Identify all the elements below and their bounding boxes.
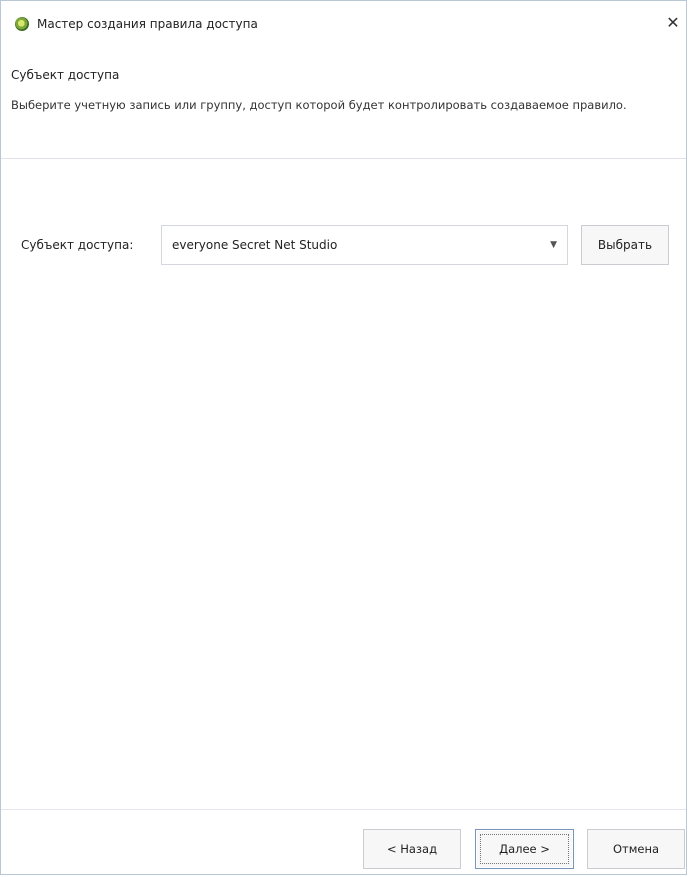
subject-label: Субъект доступа: xyxy=(21,238,134,252)
chevron-down-icon[interactable]: ▼ xyxy=(550,237,557,253)
next-button[interactable]: Далее > xyxy=(475,829,574,869)
wizard-footer: < Назад Далее > Отмена xyxy=(1,810,686,874)
window-title: Мастер создания правила доступа xyxy=(37,17,258,31)
close-icon[interactable]: ✕ xyxy=(662,11,684,35)
step-description: Выберите учетную запись или группу, дост… xyxy=(11,98,627,112)
back-button[interactable]: < Назад xyxy=(363,829,461,869)
subject-select-value: everyone Secret Net Studio xyxy=(172,238,338,252)
step-title: Субъект доступа xyxy=(11,68,120,82)
next-button-label: Далее > xyxy=(499,842,550,856)
wizard-header: Субъект доступа Выберите учетную запись … xyxy=(1,45,686,159)
wizard-content: Субъект доступа: everyone Secret Net Stu… xyxy=(1,159,686,809)
wizard-window: Мастер создания правила доступа ✕ Субъек… xyxy=(0,0,687,875)
cancel-button[interactable]: Отмена xyxy=(587,829,685,869)
title-bar: Мастер создания правила доступа ✕ xyxy=(1,1,686,45)
choose-button[interactable]: Выбрать xyxy=(581,225,669,265)
subject-select[interactable]: everyone Secret Net Studio ▼ xyxy=(161,225,568,265)
app-icon xyxy=(15,17,29,31)
